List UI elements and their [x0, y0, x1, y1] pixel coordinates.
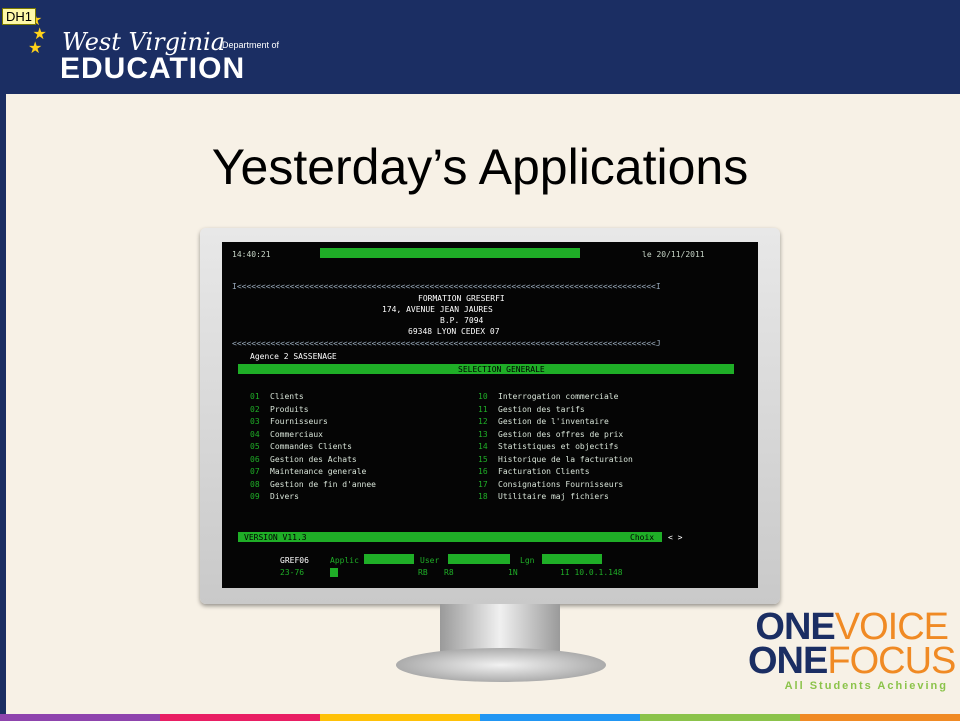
menu-item-number: 02 — [250, 404, 260, 414]
terminal-border-top: I<<<<<<<<<<<<<<<<<<<<<<<<<<<<<<<<<<<<<<<… — [232, 282, 661, 291]
menu-item[interactable]: Consignations Fournisseurs — [498, 480, 623, 489]
menu-item[interactable]: Gestion des tarifs — [498, 405, 585, 414]
menu-item[interactable]: Divers — [270, 492, 299, 501]
company-line: 174, AVENUE JEAN JAURES — [382, 305, 493, 314]
menu-item-number: 12 — [478, 417, 488, 426]
footer-lgn-field[interactable] — [542, 554, 602, 564]
footer-lgn-label: Lgn — [520, 556, 535, 565]
menu-item-number: 09 — [250, 492, 260, 501]
header-banner: ★ ★★ West Virginia Department of EDUCATI… — [6, 0, 960, 94]
terminal-date: le 20/11/2011 — [642, 250, 705, 259]
terminal-time: 14:40:21 — [232, 250, 271, 259]
menu-item-number: 17 — [478, 479, 488, 489]
menu-item[interactable]: Fournisseurs — [270, 417, 328, 426]
menu-item-number: 18 — [478, 492, 488, 501]
monitor-image: 14:40:21 le 20/11/2011 I<<<<<<<<<<<<<<<<… — [200, 228, 780, 604]
menu-item-number: 08 — [250, 479, 260, 489]
slide-title: Yesterday’s Applications — [211, 139, 749, 195]
menu-item-number: 04 — [250, 429, 260, 439]
menu-item-number: 03 — [250, 417, 260, 426]
choix-label: Choix — [630, 533, 655, 542]
menu-item-number: 14 — [478, 442, 488, 451]
footer-row2: 23-76 — [280, 568, 305, 577]
menu-item-number: 10 — [478, 392, 488, 401]
version-label: VERSION V11.3 — [244, 533, 307, 542]
terminal-border-bottom: <<<<<<<<<<<<<<<<<<<<<<<<<<<<<<<<<<<<<<<<… — [232, 339, 661, 348]
menu-item[interactable]: Maintenance generale — [270, 467, 366, 476]
menu-item-number: 11 — [478, 404, 488, 414]
left-border — [0, 0, 6, 721]
logo-education: EDUCATION — [60, 52, 246, 85]
footer-row2: RB — [418, 568, 428, 577]
monitor-base — [396, 648, 606, 682]
menu-item-number: 07 — [250, 467, 260, 476]
menu-item[interactable]: Clients — [270, 392, 304, 401]
footer-applic-label: Applic — [330, 556, 359, 565]
menu-item-number: 06 — [250, 454, 260, 464]
menu-item[interactable]: Gestion de l'inventaire — [498, 417, 609, 426]
footer-row2: 1I 10.0.1.148 — [560, 568, 623, 577]
menu-item[interactable]: Utilitaire maj fichiers — [498, 492, 609, 501]
menu-item-number: 16 — [478, 467, 488, 476]
footer-applic-field[interactable] — [364, 554, 414, 564]
menu-item[interactable]: Produits — [270, 405, 309, 414]
menu-item[interactable]: Gestion des Achats — [270, 455, 357, 464]
menu-item[interactable]: Gestion des offres de prix — [498, 430, 623, 439]
menu-item[interactable]: Gestion de fin d'annee — [270, 480, 376, 489]
menu-header-label: SELECTION GENERALE — [458, 365, 545, 374]
brand-text: FOCUS — [827, 640, 956, 682]
terminal-title-bar — [320, 248, 580, 258]
footer-user-field[interactable] — [448, 554, 510, 564]
company-line: B.P. 7094 — [440, 316, 484, 325]
menu-item[interactable]: Facturation Clients — [498, 467, 590, 476]
monitor-stand — [440, 604, 560, 654]
menu-header-bar: SELECTION GENERALE — [238, 364, 734, 374]
footer-row2: 1N — [508, 568, 518, 577]
menu-item[interactable]: Commerciaux — [270, 430, 323, 439]
terminal-screen: 14:40:21 le 20/11/2011 I<<<<<<<<<<<<<<<<… — [222, 242, 758, 588]
slide: ★ ★★ West Virginia Department of EDUCATI… — [0, 0, 960, 721]
footer-row2: R8 — [444, 568, 454, 577]
footer-prog: GREF06 — [280, 556, 309, 565]
company-line: 69348 LYON CEDEX 07 — [408, 327, 500, 336]
brand-text: ONE — [748, 640, 828, 682]
company-line: FORMATION GRESERFI — [418, 294, 505, 303]
menu-item[interactable]: Statistiques et objectifs — [498, 442, 618, 451]
nav-arrows[interactable]: < > — [668, 533, 682, 542]
footer-user-label: User — [420, 556, 440, 565]
comment-tag[interactable]: DH1 — [2, 8, 37, 25]
logo-dept: Department of — [222, 40, 280, 50]
cursor — [330, 568, 338, 577]
menu-item-number: 05 — [250, 442, 260, 451]
version-bar: VERSION V11.3 Choix — [238, 532, 662, 542]
menu-item[interactable]: Historique de la facturation — [498, 455, 633, 464]
agency-label: Agence 2 SASSENAGE — [250, 352, 337, 361]
menu-item[interactable]: Interrogation commerciale — [498, 392, 618, 401]
menu-item-number: 01 — [250, 392, 260, 401]
one-voice-logo: ONEVOICE ONEFOCUS All Students Achieving — [748, 608, 956, 692]
menu-item-number: 13 — [478, 429, 488, 439]
menu-item[interactable]: Commandes Clients — [270, 442, 352, 451]
footer-color-bar — [0, 714, 960, 721]
menu-item-number: 15 — [478, 454, 488, 464]
